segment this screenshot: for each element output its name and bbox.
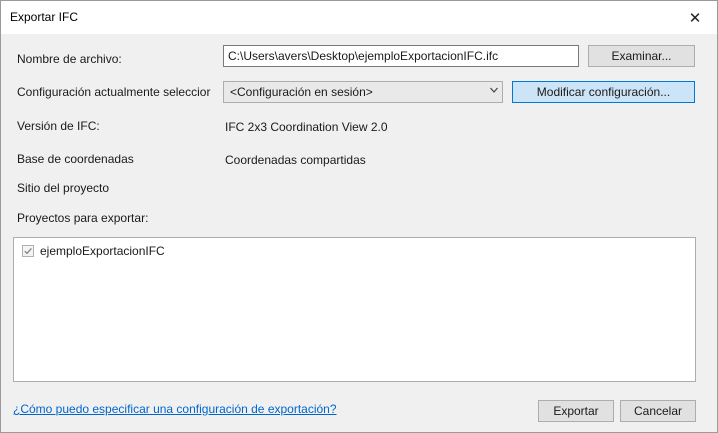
browse-button[interactable]: Examinar...	[588, 45, 695, 67]
config-select[interactable]: <Configuración en sesión>	[223, 81, 503, 103]
ifc-version-label: Versión de IFC:	[17, 119, 100, 133]
list-item[interactable]: ejemploExportacionIFC	[22, 244, 165, 258]
project-site-label: Sitio del proyecto	[17, 181, 110, 195]
config-selected-value: <Configuración en sesión>	[230, 85, 373, 99]
cancel-button[interactable]: Cancelar	[620, 400, 696, 422]
title-bar: Exportar IFC ✕	[1, 1, 717, 34]
projects-list[interactable]: ejemploExportacionIFC	[13, 237, 696, 382]
config-label: Configuración actualmente seleccior	[17, 85, 211, 99]
help-link[interactable]: ¿Cómo puedo especificar una configuració…	[13, 402, 337, 416]
checkmark-icon	[24, 247, 32, 255]
coord-base-value: Coordenadas compartidas	[225, 153, 366, 167]
coord-base-label: Base de coordenadas	[17, 152, 134, 166]
projects-label: Proyectos para exportar:	[17, 211, 149, 225]
project-name: ejemploExportacionIFC	[40, 244, 165, 258]
project-checkbox[interactable]	[22, 245, 34, 257]
export-ifc-dialog: Exportar IFC ✕ Nombre de archivo: C:\Use…	[0, 0, 718, 433]
ifc-version-value: IFC 2x3 Coordination View 2.0	[225, 120, 388, 134]
window-title: Exportar IFC	[10, 10, 79, 24]
export-button[interactable]: Exportar	[538, 400, 614, 422]
modify-config-button[interactable]: Modificar configuración...	[512, 81, 695, 103]
close-icon: ✕	[688, 9, 702, 27]
filename-field[interactable]: C:\Users\avers\Desktop\ejemploExportacio…	[223, 45, 579, 67]
chevron-down-icon	[490, 86, 498, 95]
filename-label: Nombre de archivo:	[17, 52, 122, 66]
close-button[interactable]: ✕	[673, 1, 717, 34]
